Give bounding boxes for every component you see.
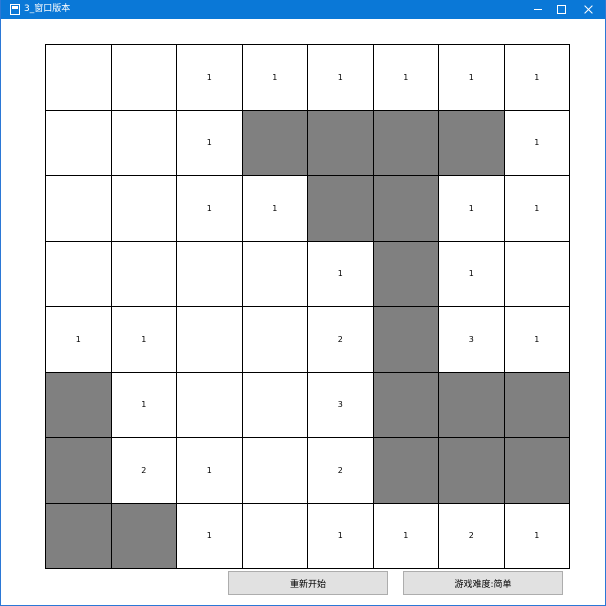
revealed-cell[interactable] bbox=[242, 503, 308, 569]
hidden-cell[interactable] bbox=[46, 372, 112, 438]
hidden-cell[interactable] bbox=[439, 372, 505, 438]
revealed-cell[interactable]: 1 bbox=[373, 503, 439, 569]
minesweeper-board: 11111111111111112311321211121 bbox=[45, 44, 570, 569]
hidden-cell[interactable] bbox=[373, 307, 439, 373]
revealed-cell[interactable]: 1 bbox=[111, 372, 177, 438]
revealed-cell[interactable]: 1 bbox=[439, 176, 505, 242]
close-icon[interactable] bbox=[574, 0, 604, 19]
difficulty-button[interactable]: 游戏难度:简单 bbox=[403, 571, 563, 595]
revealed-cell[interactable]: 1 bbox=[504, 110, 570, 176]
hidden-cell[interactable] bbox=[46, 438, 112, 504]
revealed-cell[interactable] bbox=[46, 176, 112, 242]
revealed-cell[interactable] bbox=[111, 110, 177, 176]
revealed-cell[interactable]: 1 bbox=[504, 307, 570, 373]
revealed-cell[interactable]: 1 bbox=[177, 438, 243, 504]
revealed-cell[interactable] bbox=[177, 372, 243, 438]
revealed-cell[interactable]: 1 bbox=[308, 45, 374, 111]
revealed-cell[interactable] bbox=[242, 372, 308, 438]
revealed-cell[interactable] bbox=[177, 241, 243, 307]
revealed-cell[interactable]: 1 bbox=[308, 503, 374, 569]
app-icon bbox=[10, 4, 20, 15]
revealed-cell[interactable] bbox=[111, 45, 177, 111]
title-bar[interactable]: 3_窗口版本 bbox=[1, 0, 605, 19]
revealed-cell[interactable]: 1 bbox=[177, 176, 243, 242]
hidden-cell[interactable] bbox=[373, 176, 439, 242]
revealed-cell[interactable] bbox=[46, 241, 112, 307]
revealed-cell[interactable]: 3 bbox=[308, 372, 374, 438]
revealed-cell[interactable] bbox=[504, 241, 570, 307]
hidden-cell[interactable] bbox=[46, 503, 112, 569]
maximize-icon[interactable] bbox=[547, 0, 577, 19]
revealed-cell[interactable] bbox=[46, 45, 112, 111]
revealed-cell[interactable]: 1 bbox=[504, 45, 570, 111]
revealed-cell[interactable]: 1 bbox=[242, 176, 308, 242]
restart-button[interactable]: 重新开始 bbox=[228, 571, 388, 595]
revealed-cell[interactable]: 1 bbox=[111, 307, 177, 373]
revealed-cell[interactable]: 1 bbox=[242, 45, 308, 111]
revealed-cell[interactable]: 1 bbox=[177, 110, 243, 176]
revealed-cell[interactable]: 1 bbox=[308, 241, 374, 307]
hidden-cell[interactable] bbox=[439, 438, 505, 504]
revealed-cell[interactable]: 3 bbox=[439, 307, 505, 373]
revealed-cell[interactable]: 1 bbox=[439, 45, 505, 111]
hidden-cell[interactable] bbox=[373, 110, 439, 176]
revealed-cell[interactable]: 1 bbox=[373, 45, 439, 111]
revealed-cell[interactable] bbox=[111, 176, 177, 242]
hidden-cell[interactable] bbox=[439, 110, 505, 176]
hidden-cell[interactable] bbox=[373, 241, 439, 307]
revealed-cell[interactable]: 2 bbox=[111, 438, 177, 504]
window-title: 3_窗口版本 bbox=[24, 4, 71, 14]
revealed-cell[interactable]: 2 bbox=[308, 307, 374, 373]
hidden-cell[interactable] bbox=[373, 372, 439, 438]
revealed-cell[interactable]: 1 bbox=[177, 45, 243, 111]
hidden-cell[interactable] bbox=[504, 438, 570, 504]
revealed-cell[interactable]: 1 bbox=[177, 503, 243, 569]
revealed-cell[interactable] bbox=[242, 241, 308, 307]
revealed-cell[interactable]: 1 bbox=[504, 176, 570, 242]
app-window: 3_窗口版本 11111111111111112311321211121 重新开… bbox=[0, 0, 606, 606]
revealed-cell[interactable] bbox=[242, 307, 308, 373]
hidden-cell[interactable] bbox=[308, 176, 374, 242]
revealed-cell[interactable] bbox=[242, 438, 308, 504]
revealed-cell[interactable]: 2 bbox=[439, 503, 505, 569]
revealed-cell[interactable]: 1 bbox=[504, 503, 570, 569]
revealed-cell[interactable] bbox=[177, 307, 243, 373]
revealed-cell[interactable] bbox=[46, 110, 112, 176]
revealed-cell[interactable]: 2 bbox=[308, 438, 374, 504]
hidden-cell[interactable] bbox=[111, 503, 177, 569]
hidden-cell[interactable] bbox=[242, 110, 308, 176]
revealed-cell[interactable] bbox=[111, 241, 177, 307]
revealed-cell[interactable]: 1 bbox=[46, 307, 112, 373]
revealed-cell[interactable]: 1 bbox=[439, 241, 505, 307]
hidden-cell[interactable] bbox=[308, 110, 374, 176]
hidden-cell[interactable] bbox=[504, 372, 570, 438]
hidden-cell[interactable] bbox=[373, 438, 439, 504]
